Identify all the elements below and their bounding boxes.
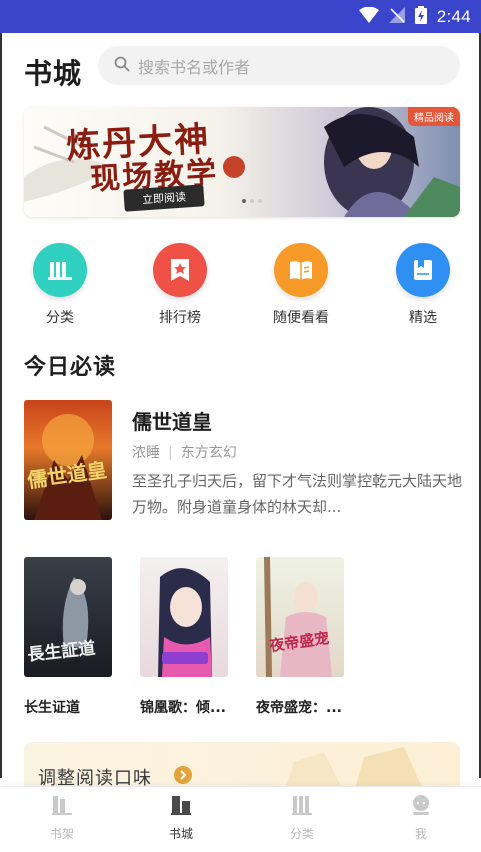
tab-label: 我 — [414, 827, 427, 841]
battery-charging-icon — [414, 5, 427, 28]
featured-book[interactable]: 儒世道皇 儒世道皇 浓睡 | 东方玄幻 至圣孔子归天后，留下才气法则掌控乾元大陆天地… — [24, 400, 463, 522]
open-book-icon — [274, 243, 328, 297]
quick-nav: 分类 排行榜 随便看看 精选 — [24, 243, 460, 326]
search-icon — [114, 56, 130, 76]
featured-book-description: 至圣孔子归天后，留下才气法则掌控乾元大陆天地万物。附身道童身体的林天却... — [132, 472, 463, 516]
tab-profile[interactable]: 我 — [381, 793, 461, 842]
tab-bookstore[interactable]: 书城 — [141, 793, 221, 842]
selected-book-icon — [396, 243, 450, 297]
carousel-dot — [242, 199, 246, 203]
book-cover: 儒世道皇 — [24, 400, 112, 520]
tab-bookshelf[interactable]: 书架 — [22, 793, 102, 842]
search-placeholder: 搜索书名或作者 — [138, 57, 251, 77]
book-card[interactable]: 夜帝盛宠 夜帝盛宠：... — [256, 557, 348, 717]
quick-nav-selected[interactable]: 精选 — [383, 243, 463, 327]
tab-label: 书架 — [49, 827, 74, 841]
featured-book-author: 浓睡 — [132, 445, 160, 461]
book-cover: 夜帝盛宠 — [256, 557, 344, 677]
book-card[interactable]: 長生証道 长生证道 — [24, 557, 116, 717]
carousel-dot — [258, 199, 262, 203]
quick-nav-browse[interactable]: 随便看看 — [261, 243, 341, 327]
tab-label: 书城 — [168, 827, 193, 841]
promo-banner[interactable]: 炼丹大神 现场教学 立即阅读 精品阅读 — [24, 107, 460, 217]
status-bar: 2:44 — [0, 0, 481, 33]
featured-book-genre: 东方玄幻 — [180, 445, 237, 461]
page-title: 书城 — [24, 57, 83, 90]
tab-category[interactable]: 分类 — [262, 793, 342, 842]
book-title: 长生证道 — [24, 700, 80, 716]
book-card[interactable]: 锦凰歌：倾... — [140, 557, 232, 717]
status-time: 2:44 — [436, 6, 471, 26]
quick-nav-label: 排行榜 — [159, 310, 201, 326]
category-icon — [290, 796, 314, 821]
book-cover: 長生証道 — [24, 557, 112, 677]
banner-tag: 精品阅读 — [408, 107, 460, 126]
search-input[interactable]: 搜索书名或作者 — [98, 46, 460, 85]
meta-divider: | — [168, 445, 173, 461]
featured-book-title: 儒世道皇 — [132, 410, 212, 434]
quick-nav-ranking[interactable]: 排行榜 — [140, 243, 220, 327]
book-title: 锦凰歌：倾... — [140, 700, 226, 716]
profile-icon — [409, 795, 433, 821]
tab-label: 分类 — [289, 827, 314, 841]
wifi-icon — [358, 6, 379, 27]
no-signal-icon — [388, 6, 405, 27]
ranking-star-icon — [153, 243, 207, 297]
chevron-right-icon — [174, 766, 192, 784]
quick-nav-label: 随便看看 — [273, 310, 329, 326]
taste-adjust-banner[interactable]: 调整阅读口味 — [24, 742, 460, 792]
book-title: 夜帝盛宠：... — [256, 700, 342, 716]
carousel-indicator — [242, 199, 262, 203]
quick-nav-category[interactable]: 分类 — [20, 243, 100, 327]
book-cover — [140, 557, 228, 677]
bookstore-icon — [169, 796, 193, 821]
quick-nav-label: 精选 — [409, 310, 437, 326]
quick-nav-label: 分类 — [46, 310, 74, 326]
featured-book-meta: 浓睡 | 东方玄幻 — [132, 442, 237, 462]
window-frame-left — [0, 33, 2, 778]
carousel-dot — [250, 199, 254, 203]
bottom-tab-bar: 书架 书城 分类 我 — [0, 786, 481, 852]
svg-text:長生証道: 長生証道 — [27, 638, 97, 666]
library-icon — [33, 243, 87, 297]
bookshelf-icon — [50, 796, 74, 821]
section-title-today: 今日必读 — [24, 355, 117, 380]
